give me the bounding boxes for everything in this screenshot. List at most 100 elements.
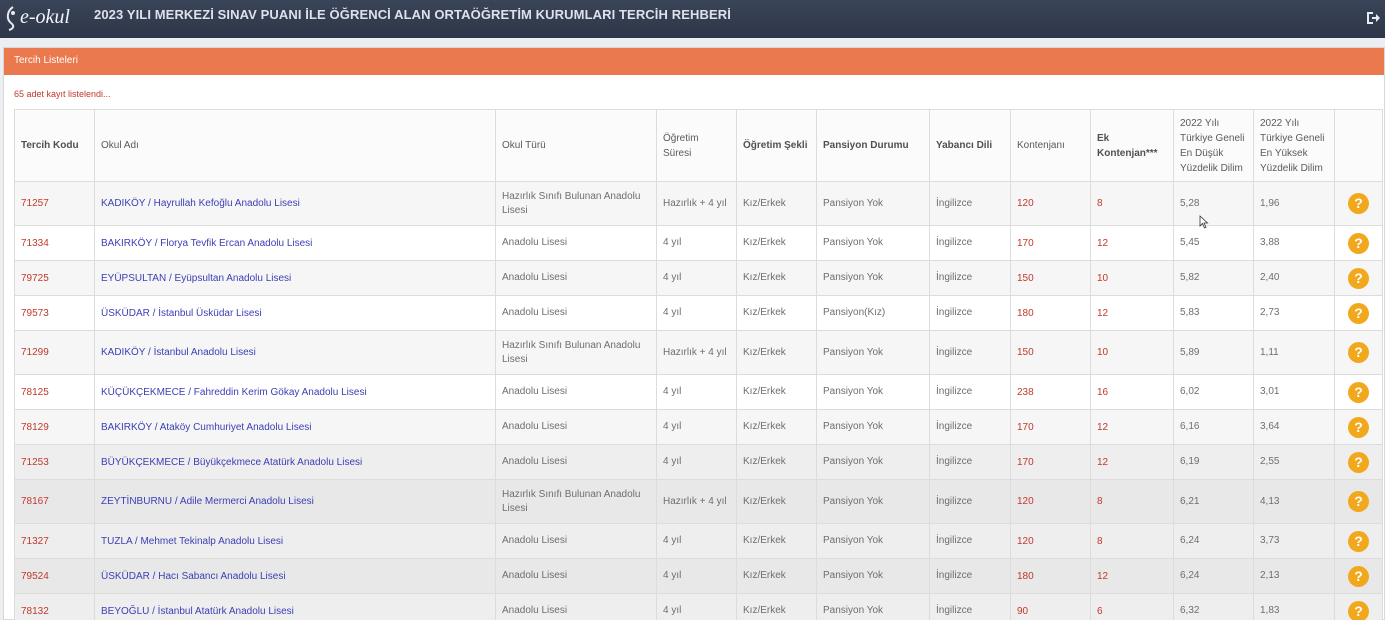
cell-quota: 170 bbox=[1010, 444, 1091, 480]
header-low-line4: Yüzdelik Dilim bbox=[1180, 162, 1243, 174]
cell-help: ? bbox=[1334, 558, 1383, 594]
cell-school-link[interactable]: KADIKÖY / Hayrullah Kefoğlu Anadolu Lise… bbox=[94, 181, 496, 226]
help-icon[interactable]: ? bbox=[1348, 342, 1369, 363]
cell-school-link[interactable]: TUZLA / Mehmet Tekinalp Anadolu Lisesi bbox=[94, 523, 496, 559]
help-icon[interactable]: ? bbox=[1348, 565, 1369, 587]
cell-language: İngilizce bbox=[929, 295, 1011, 331]
cell-school-link[interactable]: ÜSKÜDAR / Hacı Sabancı Anadolu Lisesi bbox=[94, 558, 496, 594]
header-extra-line1: Ek bbox=[1097, 132, 1110, 144]
cell-extra-quota: 12 bbox=[1090, 444, 1174, 480]
header-quota[interactable]: Kontenjanı bbox=[1010, 109, 1091, 182]
cell-quota: 238 bbox=[1010, 374, 1091, 410]
cell-school-link[interactable]: ZEYTİNBURNU / Adile Mermerci Anadolu Lis… bbox=[94, 479, 496, 524]
cell-school-link[interactable]: KADIKÖY / İstanbul Anadolu Lisesi bbox=[94, 330, 496, 375]
cell-boarding: Pansiyon Yok bbox=[816, 409, 930, 445]
panel-header: Tercih Listeleri bbox=[4, 48, 1384, 75]
help-icon[interactable]: ? bbox=[1348, 193, 1369, 214]
cell-duration: 4 yıl bbox=[656, 295, 737, 331]
cell-help: ? bbox=[1334, 295, 1383, 331]
cell-lowest-percentile: 5,89 bbox=[1173, 330, 1254, 375]
cell-quota: 120 bbox=[1010, 523, 1091, 559]
e-okul-logo[interactable]: e-okul bbox=[4, 3, 84, 33]
cell-quota: 90 bbox=[1010, 593, 1091, 620]
help-icon[interactable]: ? bbox=[1348, 381, 1369, 403]
header-extra-quota[interactable]: Ek Kontenjan*** bbox=[1090, 109, 1174, 182]
help-icon[interactable]: ? bbox=[1348, 302, 1369, 324]
cell-language: İngilizce bbox=[929, 558, 1011, 594]
cell-mode: Kız/Erkek bbox=[736, 523, 817, 559]
header-mode[interactable]: Öğretim Şekli bbox=[736, 109, 817, 182]
cell-language: İngilizce bbox=[929, 225, 1011, 261]
cell-school-link[interactable]: BEYOĞLU / İstanbul Atatürk Anadolu Lises… bbox=[94, 593, 496, 620]
cell-help: ? bbox=[1334, 225, 1383, 261]
cell-code: 79573 bbox=[14, 295, 95, 331]
help-icon[interactable]: ? bbox=[1348, 416, 1369, 438]
cell-type: Hazırlık Sınıfı Bulunan Anadolu Lisesi bbox=[495, 330, 657, 375]
cell-school-link[interactable]: BAKIRKÖY / Ataköy Cumhuriyet Anadolu Lis… bbox=[94, 409, 496, 445]
cell-lowest-percentile: 6,32 bbox=[1173, 593, 1254, 620]
help-icon[interactable]: ? bbox=[1348, 491, 1369, 512]
cell-mode: Kız/Erkek bbox=[736, 181, 817, 226]
table-body: 71257 KADIKÖY / Hayrullah Kefoğlu Anadolu… bbox=[14, 181, 1383, 620]
cell-highest-percentile: 2,40 bbox=[1253, 260, 1335, 296]
cell-type: Hazırlık Sınıfı Bulunan Anadolu Lisesi bbox=[495, 479, 657, 524]
header-duration-line1: Öğretim bbox=[663, 132, 699, 144]
cell-school-link[interactable]: BAKIRKÖY / Florya Tevfik Ercan Anadolu L… bbox=[94, 225, 496, 261]
cell-duration: 4 yıl bbox=[656, 593, 737, 620]
cell-help: ? bbox=[1334, 374, 1383, 410]
cell-type: Anadolu Lisesi bbox=[495, 444, 657, 480]
cell-extra-quota: 6 bbox=[1090, 593, 1174, 620]
cell-lowest-percentile: 6,21 bbox=[1173, 479, 1254, 524]
cell-type: Anadolu Lisesi bbox=[495, 523, 657, 559]
cell-school-link[interactable]: BÜYÜKÇEKMECE / Büyükçekmece Atatürk Anad… bbox=[94, 444, 496, 480]
help-icon[interactable]: ? bbox=[1348, 232, 1369, 254]
header-low-line1: 2022 Yılı bbox=[1180, 117, 1220, 129]
cell-boarding: Pansiyon Yok bbox=[816, 444, 930, 480]
cell-duration: Hazırlık + 4 yıl bbox=[656, 330, 737, 375]
cell-extra-quota: 12 bbox=[1090, 295, 1174, 331]
header-type[interactable]: Okul Türü bbox=[495, 109, 657, 182]
help-icon[interactable]: ? bbox=[1348, 530, 1369, 552]
table-row: 78132 BEYOĞLU / İstanbul Atatürk Anadolu … bbox=[14, 593, 1383, 620]
cell-help: ? bbox=[1334, 330, 1383, 375]
cell-language: İngilizce bbox=[929, 444, 1011, 480]
cell-highest-percentile: 3,64 bbox=[1253, 409, 1335, 445]
cell-mode: Kız/Erkek bbox=[736, 260, 817, 296]
cell-language: İngilizce bbox=[929, 260, 1011, 296]
help-icon[interactable]: ? bbox=[1348, 451, 1369, 473]
cell-boarding: Pansiyon Yok bbox=[816, 181, 930, 226]
cell-type: Anadolu Lisesi bbox=[495, 295, 657, 331]
cell-code: 71253 bbox=[14, 444, 95, 480]
cell-boarding: Pansiyon Yok bbox=[816, 374, 930, 410]
cell-duration: 4 yıl bbox=[656, 444, 737, 480]
header-code[interactable]: Tercih Kodu bbox=[14, 109, 95, 182]
cell-school-link[interactable]: KÜÇÜKÇEKMECE / Fahreddin Kerim Gökay Ana… bbox=[94, 374, 496, 410]
header-school[interactable]: Okul Adı bbox=[94, 109, 496, 182]
header-boarding[interactable]: Pansiyon Durumu bbox=[816, 109, 930, 182]
header-highest-percentile[interactable]: 2022 Yılı Türkiye Geneli En Yüksek Yüzde… bbox=[1253, 109, 1335, 182]
table-row: 79725 EYÜPSULTAN / Eyüpsultan Anadolu Lis… bbox=[14, 260, 1383, 296]
help-icon[interactable]: ? bbox=[1348, 267, 1369, 289]
table-row: 78125 KÜÇÜKÇEKMECE / Fahreddin Kerim Göka… bbox=[14, 374, 1383, 410]
header-duration[interactable]: Öğretim Süresi bbox=[656, 109, 737, 182]
cell-quota: 120 bbox=[1010, 181, 1091, 226]
header-language[interactable]: Yabancı Dili bbox=[929, 109, 1011, 182]
cell-help: ? bbox=[1334, 260, 1383, 296]
cell-duration: Hazırlık + 4 yıl bbox=[656, 479, 737, 524]
cell-boarding: Pansiyon(Kız) bbox=[816, 295, 930, 331]
cell-code: 71257 bbox=[14, 181, 95, 226]
cell-extra-quota: 8 bbox=[1090, 479, 1174, 524]
cell-help: ? bbox=[1334, 593, 1383, 620]
cell-highest-percentile: 1,96 bbox=[1253, 181, 1335, 226]
header-lowest-percentile[interactable]: 2022 Yılı Türkiye Geneli En Düşük Yüzdel… bbox=[1173, 109, 1254, 182]
cell-duration: 4 yıl bbox=[656, 409, 737, 445]
cell-highest-percentile: 3,01 bbox=[1253, 374, 1335, 410]
cell-boarding: Pansiyon Yok bbox=[816, 593, 930, 620]
cell-school-link[interactable]: EYÜPSULTAN / Eyüpsultan Anadolu Lisesi bbox=[94, 260, 496, 296]
logout-icon[interactable] bbox=[1365, 10, 1381, 26]
cell-code: 79524 bbox=[14, 558, 95, 594]
cell-school-link[interactable]: ÜSKÜDAR / İstanbul Üsküdar Lisesi bbox=[94, 295, 496, 331]
cell-highest-percentile: 3,88 bbox=[1253, 225, 1335, 261]
mouse-cursor-icon bbox=[1199, 215, 1209, 229]
help-icon[interactable]: ? bbox=[1348, 600, 1369, 620]
